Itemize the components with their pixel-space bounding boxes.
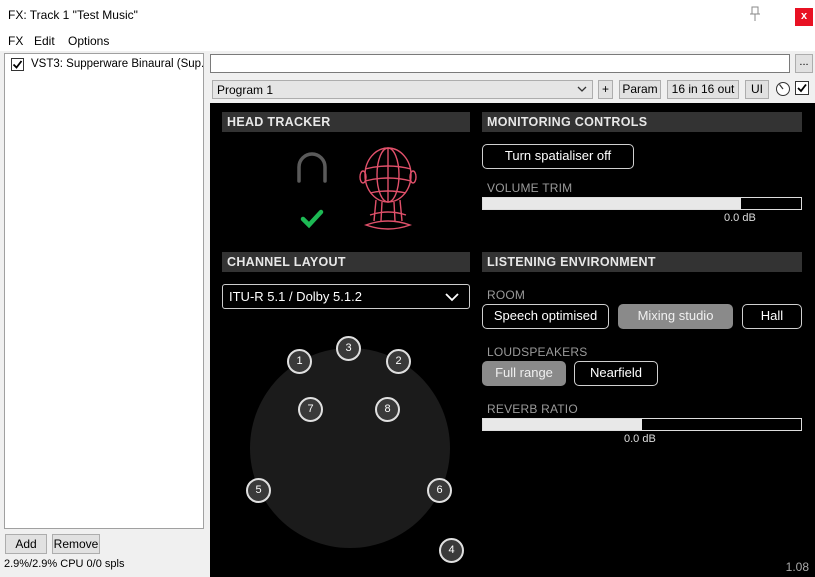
wet-knob-icon[interactable] [775,81,791,97]
menu-fx[interactable]: FX [8,34,23,48]
reverb-ratio-fill [483,419,642,430]
window-title: FX: Track 1 "Test Music" [8,8,138,22]
room-hall-button[interactable]: Hall [742,304,802,329]
menu-options[interactable]: Options [68,34,109,48]
menu-bar: FX Edit Options [0,31,815,51]
ui-toggle-button[interactable]: UI [745,80,769,99]
cpu-status: 2.9%/2.9% CPU 0/0 spls [4,558,125,570]
speaker-2[interactable]: 2 [386,349,411,374]
preset-menu-button[interactable]: ... [795,54,813,73]
speaker-7[interactable]: 7 [298,397,323,422]
speaker-5[interactable]: 5 [246,478,271,503]
title-bar: FX: Track 1 "Test Music" x [0,0,815,31]
toggle-spatialiser-button[interactable]: Turn spatialiser off [482,144,634,169]
speaker-layout-view [250,348,450,548]
plugin-version: 1.08 [785,560,809,574]
speaker-3[interactable]: 3 [336,336,361,361]
add-preset-button[interactable]: + [598,80,613,99]
fx-chain-list[interactable]: VST3: Supperware Binaural (Sup... [4,53,204,529]
head-model-icon [359,147,417,230]
room-mixing-studio-button[interactable]: Mixing studio [618,304,733,329]
chevron-down-icon [577,86,587,92]
volume-trim-slider[interactable] [482,197,802,210]
speaker-4[interactable]: 4 [439,538,464,563]
io-routing-button[interactable]: 16 in 16 out [667,80,739,99]
loudspeakers-label: LOUDSPEAKERS [487,345,588,359]
speaker-1[interactable]: 1 [287,349,312,374]
program-select[interactable]: Program 1 [212,80,593,99]
fx-enable-checkbox[interactable] [11,58,24,71]
reverb-ratio-value: 0.0 dB [624,433,656,445]
speaker-6[interactable]: 6 [427,478,452,503]
loudspeakers-full-range-button[interactable]: Full range [482,361,566,386]
channel-layout-value: ITU-R 5.1 / Dolby 5.1.2 [229,289,362,304]
speaker-8[interactable]: 8 [375,397,400,422]
volume-trim-fill [483,198,741,209]
volume-trim-label: VOLUME TRIM [487,181,573,195]
channel-layout-select[interactable]: ITU-R 5.1 / Dolby 5.1.2 [222,284,470,309]
channel-layout-header: CHANNEL LAYOUT [222,252,470,272]
room-speech-button[interactable]: Speech optimised [482,304,609,329]
preset-name-input[interactable] [210,54,790,73]
connected-check-icon [300,209,324,229]
fx-chain-item[interactable]: VST3: Supperware Binaural (Sup... [9,57,203,75]
room-label: ROOM [487,288,526,302]
reverb-ratio-label: REVERB RATIO [487,402,578,416]
menu-edit[interactable]: Edit [34,34,55,48]
fx-item-label: VST3: Supperware Binaural (Sup... [31,58,203,70]
monitoring-header: MONITORING CONTROLS [482,112,802,132]
loudspeakers-nearfield-button[interactable]: Nearfield [574,361,658,386]
head-tracker-header: HEAD TRACKER [222,112,470,132]
add-fx-button[interactable]: Add [5,534,47,554]
volume-trim-value: 0.0 dB [724,212,756,224]
checkmark-icon [797,83,807,93]
headphones-icon [297,152,327,183]
checkmark-icon [12,60,23,69]
program-select-value: Program 1 [217,83,274,97]
reverb-ratio-slider[interactable] [482,418,802,431]
plugin-panel: HEAD TRACKER MONITORING CONTROLS Turn sp… [210,103,815,577]
close-button[interactable]: x [795,8,813,26]
remove-fx-button[interactable]: Remove [52,534,100,554]
listening-environment-header: LISTENING ENVIRONMENT [482,252,802,272]
param-button[interactable]: Param [619,80,661,99]
chevron-down-icon [445,293,459,302]
bypass-checkbox[interactable] [795,81,809,95]
pin-icon[interactable] [748,6,762,22]
